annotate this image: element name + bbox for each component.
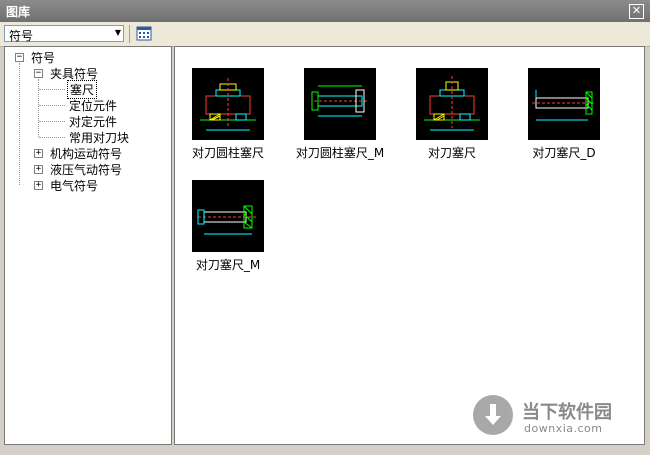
status-bar xyxy=(0,447,650,455)
toolbar: 符号 ▼ xyxy=(0,22,650,47)
gallery-item[interactable]: 对刀圆柱塞尺_M xyxy=(284,68,396,161)
tree-connector xyxy=(39,121,65,122)
chevron-down-icon[interactable]: ▼ xyxy=(115,28,121,37)
expand-icon[interactable]: + xyxy=(34,180,43,190)
cad-thumbnail[interactable] xyxy=(416,68,488,140)
collapse-icon[interactable]: − xyxy=(15,52,24,62)
gallery-item[interactable]: 对刀塞尺_M xyxy=(172,180,284,273)
tree-connector xyxy=(39,105,65,106)
tree-node-mechanism[interactable]: + 机构运动符号 xyxy=(34,145,124,161)
tree-node-label[interactable]: 机构运动符号 xyxy=(48,145,124,162)
window-title-bar: 图库 ✕ xyxy=(0,0,650,23)
cad-thumbnail[interactable] xyxy=(304,68,376,140)
expand-icon[interactable]: + xyxy=(34,148,43,158)
tree-node-positioning[interactable]: 定位元件 xyxy=(67,97,119,113)
gallery-item[interactable]: 对刀圆柱塞尺 xyxy=(172,68,284,161)
tree-node-electrical[interactable]: + 电气符号 xyxy=(34,177,100,193)
category-tree: − 符号 − 夹具符号 塞尺 定位元件 对定元件 常用对刀块 + 机构运动符号 … xyxy=(4,46,172,445)
tree-node-label[interactable]: 液压气动符号 xyxy=(48,161,124,178)
tree-node-label[interactable]: 符号 xyxy=(29,49,57,66)
tree-connector xyxy=(39,89,65,90)
watermark-title: 当下软件园 xyxy=(522,402,612,423)
tree-node-root[interactable]: − 符号 xyxy=(15,49,57,65)
window-title: 图库 xyxy=(6,5,31,19)
category-dropdown-value: 符号 xyxy=(9,29,34,43)
tree-node-alignment[interactable]: 对定元件 xyxy=(67,113,119,129)
tree-node-feeler-gauge[interactable]: 塞尺 xyxy=(67,79,98,99)
watermark-url: downxia.com xyxy=(524,422,603,435)
gallery-item-label: 对刀塞尺 xyxy=(427,146,476,160)
symbol-gallery: 对刀圆柱塞尺 对刀圆柱塞尺_M 对刀塞尺 对刀塞尺_D 对刀塞尺_M xyxy=(174,46,645,445)
gallery-item[interactable]: 对刀塞尺_D xyxy=(508,68,620,161)
cad-thumbnail[interactable] xyxy=(192,180,264,252)
collapse-icon[interactable]: − xyxy=(34,68,43,78)
tree-node-label[interactable]: 常用对刀块 xyxy=(67,129,131,146)
gallery-item-label: 对刀圆柱塞尺 xyxy=(191,146,264,160)
download-arrow-icon xyxy=(485,404,501,425)
gallery-item-label: 对刀塞尺_D xyxy=(532,146,596,160)
tree-connector xyxy=(39,137,65,138)
toolbar-separator xyxy=(129,25,130,43)
tree-connector xyxy=(19,63,20,185)
gallery-item-label: 对刀圆柱塞尺_M xyxy=(295,146,385,160)
expand-icon[interactable]: + xyxy=(34,164,43,174)
grid-view-icon[interactable] xyxy=(136,26,152,41)
tree-node-tool-setting-block[interactable]: 常用对刀块 xyxy=(67,129,131,145)
tree-connector xyxy=(38,79,39,137)
gallery-item-label: 对刀塞尺_M xyxy=(195,258,261,272)
watermark-logo xyxy=(473,395,513,435)
tree-node-label[interactable]: 对定元件 xyxy=(67,113,119,130)
cad-thumbnail[interactable] xyxy=(192,68,264,140)
tree-node-label[interactable]: 定位元件 xyxy=(67,97,119,114)
close-icon[interactable]: ✕ xyxy=(629,4,644,19)
category-dropdown[interactable]: 符号 ▼ xyxy=(4,25,124,43)
cad-thumbnail[interactable] xyxy=(528,68,600,140)
tree-node-label[interactable]: 电气符号 xyxy=(48,177,100,194)
tree-node-hydraulic[interactable]: + 液压气动符号 xyxy=(34,161,124,177)
gallery-item[interactable]: 对刀塞尺 xyxy=(396,68,508,161)
